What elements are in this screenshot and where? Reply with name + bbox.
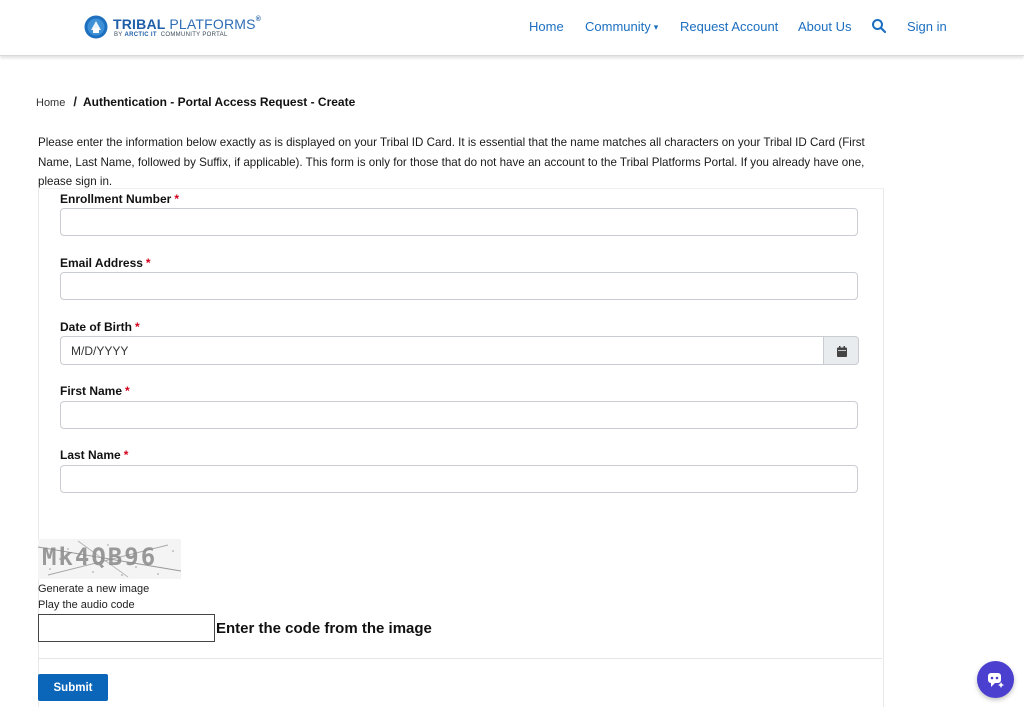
chat-assistant-icon — [988, 673, 1004, 688]
chevron-down-icon: ▾ — [653, 22, 659, 32]
required-marker: * — [125, 384, 130, 398]
generate-new-image-link[interactable]: Generate a new image — [38, 583, 149, 595]
required-marker: * — [174, 192, 180, 206]
enrollment-number-label: Enrollment Number * — [60, 192, 180, 206]
enrollment-number-input[interactable] — [60, 208, 858, 236]
required-marker: * — [145, 256, 151, 270]
required-marker: * — [135, 320, 140, 334]
nav-sign-in[interactable]: Sign in — [907, 19, 947, 34]
required-marker: * — [123, 448, 129, 462]
chat-assistant-button[interactable] — [977, 661, 1014, 698]
breadcrumb-current: Authentication - Portal Access Request -… — [82, 95, 356, 109]
first-name-input[interactable] — [60, 401, 858, 429]
email-address-label: Email Address * — [60, 256, 151, 270]
captcha-image: Mk4QB96 — [38, 539, 181, 579]
first-name-label: First Name * — [60, 384, 130, 398]
last-name-input[interactable] — [60, 465, 858, 493]
captcha-text: Mk4QB96 — [42, 543, 158, 571]
form-divider — [38, 658, 882, 659]
breadcrumb-home[interactable]: Home — [36, 97, 65, 109]
site-header: TRIBAL PLATFORMS® BY ARCTIC IT COMMUNITY… — [0, 0, 1024, 56]
captcha-prompt: Enter the code from the image — [216, 620, 432, 637]
nav-community-label: Community — [585, 19, 651, 34]
main-nav: Home Community ▾ Request Account About Us… — [0, 19, 1024, 39]
captcha-input[interactable] — [38, 614, 215, 642]
submit-button[interactable]: Submit — [38, 674, 108, 701]
play-audio-code-link[interactable]: Play the audio code — [38, 599, 135, 611]
calendar-icon — [837, 346, 847, 357]
nav-about-us[interactable]: About Us — [798, 19, 851, 34]
breadcrumb-separator: / — [73, 94, 77, 109]
last-name-label: Last Name * — [60, 448, 129, 462]
nav-home[interactable]: Home — [529, 19, 564, 34]
nav-request-account[interactable]: Request Account — [680, 19, 778, 34]
nav-community[interactable]: Community ▾ — [585, 19, 658, 34]
breadcrumb: Home / Authentication - Portal Access Requ… — [36, 94, 355, 109]
date-of-birth-input[interactable] — [60, 336, 824, 365]
date-picker-button[interactable] — [823, 336, 859, 365]
date-of-birth-label: Date of Birth * — [60, 320, 140, 334]
search-icon[interactable] — [871, 18, 887, 34]
email-address-input[interactable] — [60, 272, 858, 300]
intro-instructions: Please enter the information below exact… — [38, 136, 865, 188]
